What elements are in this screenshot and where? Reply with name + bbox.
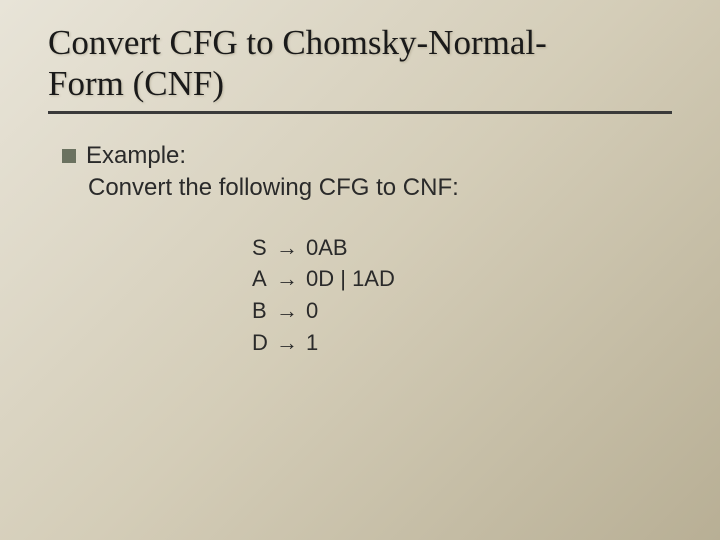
production-lhs: S — [252, 232, 268, 264]
example-label: Example: — [86, 142, 186, 170]
grammar-productions: S → 0AB A → 0D | 1AD B → 0 D → 1 — [252, 232, 672, 360]
square-bullet-icon — [62, 149, 76, 163]
production-lhs: D — [252, 327, 268, 359]
title-line-2: Form (CNF) — [48, 64, 224, 103]
arrow-icon: → — [276, 232, 298, 264]
production-rhs: 1 — [306, 327, 318, 359]
arrow-icon: → — [276, 263, 298, 295]
example-subtext: Convert the following CFG to CNF: — [88, 174, 672, 202]
production-row: D → 1 — [252, 327, 672, 359]
arrow-icon: → — [276, 295, 298, 327]
production-lhs: B — [252, 295, 268, 327]
production-row: S → 0AB — [252, 232, 672, 264]
production-rhs: 0D | 1AD — [306, 263, 395, 295]
arrow-icon: → — [276, 327, 298, 359]
slide-title: Convert CFG to Chomsky-Normal- Form (CNF… — [48, 22, 672, 114]
slide: Convert CFG to Chomsky-Normal- Form (CNF… — [0, 0, 720, 540]
production-row: B → 0 — [252, 295, 672, 327]
production-row: A → 0D | 1AD — [252, 263, 672, 295]
production-lhs: A — [252, 263, 268, 295]
bullet-item: Example: — [62, 142, 672, 170]
title-line-1: Convert CFG to Chomsky-Normal- — [48, 23, 547, 62]
slide-body: Example: Convert the following CFG to CN… — [48, 142, 672, 360]
production-rhs: 0AB — [306, 232, 348, 264]
production-rhs: 0 — [306, 295, 318, 327]
